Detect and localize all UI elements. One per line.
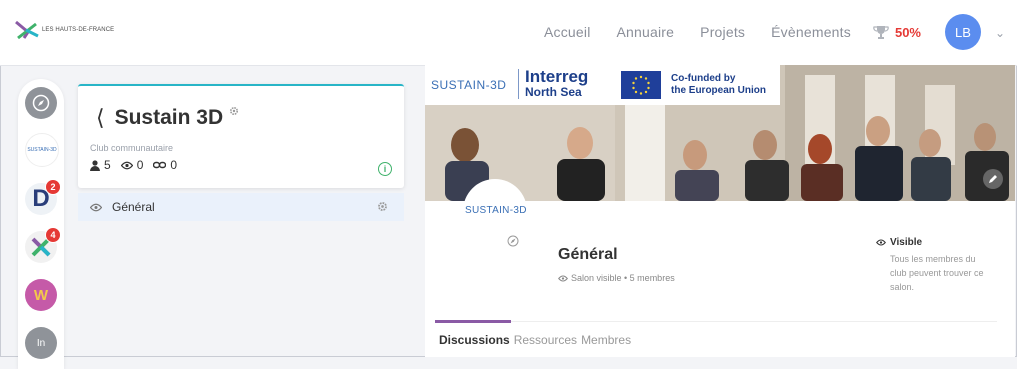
- rail-club-d[interactable]: D 2: [25, 179, 61, 215]
- eye-icon: [120, 161, 133, 169]
- links-count: 0: [170, 158, 178, 172]
- nav-evenements[interactable]: Évènements: [771, 24, 851, 40]
- rail-sustain3d[interactable]: SUSTAIN-3D: [25, 133, 59, 167]
- room-subtitle-text: Salon visible • 5 membres: [571, 273, 675, 283]
- tab-discussions[interactable]: Discussions: [439, 333, 510, 347]
- rail-in-label: In: [36, 337, 46, 349]
- club-header: ⟨ Sustain 3D: [96, 106, 239, 130]
- chevron-down-icon[interactable]: ⌄: [995, 26, 1005, 40]
- room-title: Général: [558, 246, 618, 263]
- trophy-percent: 50%: [894, 24, 921, 40]
- nav-annuaire[interactable]: Annuaire: [617, 24, 675, 40]
- rail-club-in[interactable]: In: [25, 327, 57, 359]
- rail-club-hdf[interactable]: 4: [25, 227, 61, 263]
- club-type: Club communautaire: [90, 143, 174, 153]
- active-tab-indicator: [435, 320, 511, 323]
- nav-projets[interactable]: Projets: [700, 24, 745, 40]
- compass-icon: [32, 94, 50, 112]
- top-bar: LES HAUTS-DE-FRANCE Accueil Annuaire Pro…: [0, 0, 1017, 66]
- club-card: ⟨ Sustain 3D Club communautaire 5 0 0 i: [78, 84, 404, 188]
- link-icon: [153, 161, 167, 169]
- room-subtitle: Salon visible • 5 membres: [558, 273, 675, 283]
- rail-club-w[interactable]: W: [25, 279, 57, 311]
- tab-membres[interactable]: Membres: [581, 333, 631, 347]
- members-count: 5: [104, 158, 111, 172]
- room-tabs: Discussions Ressources Membres: [435, 320, 997, 358]
- notification-badge: 4: [45, 227, 61, 243]
- w-logo-icon: W: [33, 286, 49, 304]
- visibility-info: Visible Tous les membres du club peuvent…: [876, 237, 986, 294]
- banner-sustain-text: SUSTAIN-3D: [431, 78, 507, 92]
- gear-icon[interactable]: [377, 201, 388, 212]
- edit-banner-button[interactable]: [983, 169, 1003, 189]
- trophy-icon: [873, 26, 889, 39]
- logo[interactable]: LES HAUTS-DE-FRANCE: [14, 20, 114, 40]
- info-icon[interactable]: i: [378, 162, 392, 176]
- visibility-label: Visible: [890, 237, 923, 248]
- logo-text: LES HAUTS-DE-FRANCE: [42, 27, 115, 33]
- views-count: 0: [136, 158, 144, 172]
- interreg-logo: Interreg North Sea: [518, 67, 589, 99]
- user-avatar[interactable]: LB: [945, 14, 981, 50]
- back-chevron-icon[interactable]: ⟨: [96, 107, 105, 129]
- eye-icon: [558, 274, 568, 282]
- logo-icon: [15, 20, 39, 40]
- notification-badge: 2: [45, 179, 61, 195]
- club-name: Sustain 3D: [114, 106, 224, 129]
- eu-cofunded-text: Co-funded by the European Union: [671, 73, 766, 97]
- rail-explore[interactable]: [25, 87, 57, 119]
- banner-logo-strip: SUSTAIN-3D Interreg North Sea Co-funded …: [425, 65, 780, 105]
- trophy-progress[interactable]: 50%: [873, 24, 921, 40]
- interreg-title: Interreg: [525, 67, 589, 86]
- eye-icon: [90, 203, 102, 211]
- pencil-icon: [989, 175, 997, 183]
- club-banner: SUSTAIN-3D Interreg North Sea Co-funded …: [425, 65, 1015, 201]
- avatar-initials: LB: [955, 24, 971, 40]
- interreg-subtitle: North Sea: [525, 85, 582, 99]
- channel-item-general[interactable]: Général: [78, 193, 404, 221]
- rail-sustain-label: SUSTAIN-3D: [27, 147, 57, 153]
- club-stats: 5 0 0: [90, 158, 187, 172]
- profile-name: SUSTAIN-3D: [465, 205, 527, 216]
- person-icon: [90, 159, 100, 171]
- main-nav: Accueil Annuaire Projets Évènements 50%: [518, 24, 921, 40]
- gear-icon[interactable]: [229, 106, 239, 116]
- eu-line-1: Co-funded by: [671, 73, 736, 84]
- tab-ressources[interactable]: Ressources: [514, 333, 577, 347]
- visibility-description: Tous les membres du club peuvent trouver…: [890, 254, 984, 292]
- eu-line-2: the European Union: [671, 85, 766, 96]
- nav-accueil[interactable]: Accueil: [544, 24, 591, 40]
- compass-icon: [507, 235, 519, 247]
- visibility-title: Visible: [876, 237, 986, 248]
- eu-flag-icon: [621, 71, 661, 99]
- eye-icon: [876, 239, 886, 246]
- club-rail: SUSTAIN-3D D 2 4 W In: [18, 79, 64, 369]
- room-panel: SUSTAIN-3D Interreg North Sea Co-funded …: [425, 65, 1015, 357]
- channel-label: Général: [112, 200, 155, 214]
